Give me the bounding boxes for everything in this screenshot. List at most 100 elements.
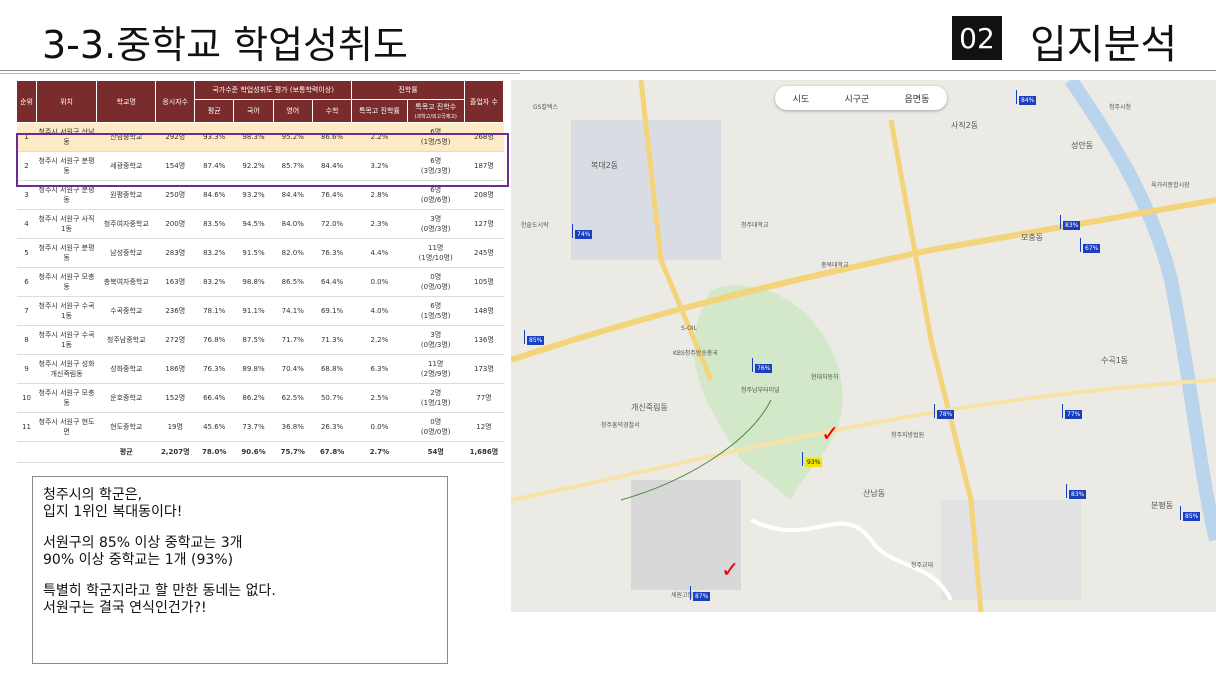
- table-cell-korean: 91.1%: [233, 296, 274, 326]
- map-label: 청주흥덕경찰서: [601, 422, 640, 429]
- average-cell-empty: [16, 441, 37, 463]
- table-cell-avg: 78.1%: [194, 296, 234, 326]
- table-cell-rank: 11: [16, 412, 37, 442]
- school-marker[interactable]: 85%: [1179, 506, 1201, 521]
- table-cell-english: 70.4%: [273, 354, 313, 384]
- map-label: 성안동: [1071, 141, 1094, 150]
- table-cell-special-count: 0명 (0명/0명): [407, 412, 465, 442]
- table-cell-location: 청주시 서원구 분평동: [36, 238, 97, 268]
- table-cell-math: 69.1%: [312, 296, 352, 326]
- commentary-box: 청주시의 학군은, 입지 1위인 복대동이다! 서원구의 85% 이상 중학교는…: [32, 476, 448, 664]
- table-cell-special-rate: 2.2%: [351, 325, 408, 355]
- map-label: 청주지방법원: [891, 432, 925, 439]
- table-cell-english: 74.1%: [273, 296, 313, 326]
- col-avg: 평균: [194, 99, 235, 123]
- average-cell-english: 75.7%: [273, 441, 313, 463]
- table-cell-special-count: 11명 (2명/9명): [407, 354, 465, 384]
- table-cell-special-count: 6명 (1명/5명): [407, 296, 465, 326]
- col-location: 위치: [36, 80, 98, 123]
- table-row: 10 청주시 서원구 모충동 운호중학교 152명 66.4% 86.2% 62.5% 50.…: [16, 383, 504, 413]
- school-marker[interactable]: 87%: [689, 586, 711, 601]
- school-marker[interactable]: 76%: [751, 358, 773, 373]
- table-cell-math: 26.3%: [312, 412, 352, 442]
- table-cell-location: 청주시 서원구 모충동: [36, 383, 97, 413]
- map-region-selector[interactable]: 시도 시구군 읍면동: [775, 86, 947, 110]
- check-mark-icon: ✓: [721, 558, 740, 583]
- table-cell-location: 청주시 서원구 수곡1동: [36, 325, 97, 355]
- table-cell-school: 현도중학교: [96, 412, 156, 442]
- table-cell-graduates: 245명: [464, 238, 504, 268]
- table-cell-korean: 86.2%: [233, 383, 274, 413]
- school-marker[interactable]: 84%: [1015, 90, 1037, 105]
- header-divider: [0, 70, 1216, 71]
- table-cell-korean: 87.5%: [233, 325, 274, 355]
- page-title: 3-3.중학교 학업성취도: [42, 23, 408, 67]
- map-label: 분평동: [1151, 501, 1174, 510]
- map-label: 청주대학교: [741, 222, 769, 229]
- col-rank: 순위: [15, 80, 38, 123]
- table-cell-korean: 89.8%: [233, 354, 274, 384]
- table-cell-special-rate: 0.0%: [351, 267, 408, 297]
- table-cell-avg: 83.2%: [194, 267, 234, 297]
- table-cell-korean: 91.5%: [233, 238, 274, 268]
- average-cell-avg: 78.0%: [194, 441, 234, 463]
- table-row: 8 청주시 서원구 수곡1동 청주남중학교 272명 76.8% 87.5% 71.7% 71…: [16, 325, 504, 355]
- col-takers: 응시자수: [155, 80, 196, 123]
- table-cell-special-rate: 6.3%: [351, 354, 408, 384]
- map-label: 한솥도시락: [521, 222, 549, 229]
- table-cell-special-count: 0명 (0명/0명): [407, 267, 465, 297]
- school-marker[interactable]: 83%: [1065, 484, 1087, 499]
- table-cell-location: 청주시 서원구 수곡1동: [36, 296, 97, 326]
- table-cell-graduates: 136명: [464, 325, 504, 355]
- table-cell-takers: 200명: [155, 209, 195, 239]
- map-label: 복대2동: [591, 161, 619, 170]
- table-cell-location: 청주시 서원구 성화개신죽림동: [36, 354, 97, 384]
- table-average-row: 평균 2,207명 78.0% 90.6% 75.7% 67.8% 2.7% 54명 1,686…: [16, 441, 504, 463]
- map-label: KBS청주방송총국: [673, 350, 718, 357]
- school-marker[interactable]: 78%: [933, 404, 955, 419]
- map-ctrl-eupmyeondong[interactable]: 읍면동: [905, 92, 930, 105]
- table-cell-takers: 186명: [155, 354, 195, 384]
- table-cell-avg: 76.8%: [194, 325, 234, 355]
- map-ctrl-sigungu[interactable]: 시구군: [844, 92, 869, 105]
- table-cell-school: 청주여자중학교: [96, 209, 156, 239]
- school-marker[interactable]: 85%: [523, 330, 545, 345]
- table-cell-takers: 163명: [155, 267, 195, 297]
- table-cell-takers: 19명: [155, 412, 195, 442]
- col-group-achievement: 국가수준 학업성취도 평가 (보통학력이상): [194, 80, 353, 100]
- table-cell-avg: 83.2%: [194, 238, 234, 268]
- section-number-badge: 02: [952, 16, 1002, 60]
- table-cell-takers: 272명: [155, 325, 195, 355]
- table-cell-graduates: 12명: [464, 412, 504, 442]
- map-label: S-OIL: [681, 325, 697, 332]
- table-cell-rank: 10: [16, 383, 37, 413]
- commentary-line-3: 특별히 학군지라고 할 만한 동네는 없다. 서원구는 결국 연식인건가?!: [43, 583, 276, 616]
- map-label: 개신죽림동: [631, 403, 668, 412]
- table-cell-graduates: 148명: [464, 296, 504, 326]
- school-marker[interactable]: 83%: [1059, 215, 1081, 230]
- table-cell-takers: 283명: [155, 238, 195, 268]
- table-cell-takers: 236명: [155, 296, 195, 326]
- table-row: 9 청주시 서원구 성화개신죽림동 성화중학교 186명 76.3% 89.8% 70.4%…: [16, 354, 504, 384]
- map-ctrl-sido[interactable]: 시도: [793, 92, 810, 105]
- table-cell-location: 청주시 서원구 모충동: [36, 267, 97, 297]
- school-marker[interactable]: 74%: [571, 224, 593, 239]
- table-cell-avg: 66.4%: [194, 383, 234, 413]
- table-row: 6 청주시 서원구 모충동 충북여자중학교 163명 83.2% 98.8% 86.5% 64…: [16, 267, 504, 297]
- header-divider-secondary: [0, 73, 520, 74]
- table-cell-math: 64.4%: [312, 267, 352, 297]
- table-cell-english: 71.7%: [273, 325, 313, 355]
- average-cell-takers: 2,207명: [155, 441, 195, 463]
- table-cell-graduates: 77명: [464, 383, 504, 413]
- school-map[interactable]: 시도 시구군 읍면동 사직2동 복대2동 성안동 모충동 수곡1동 산남동 분평…: [511, 80, 1216, 612]
- map-label: GS칼텍스: [533, 104, 559, 111]
- school-marker[interactable]: 67%: [1079, 238, 1101, 253]
- table-cell-graduates: 105명: [464, 267, 504, 297]
- table-cell-location: 청주시 서원구 현도면: [36, 412, 97, 442]
- table-cell-rank: 5: [16, 238, 37, 268]
- map-label: 현대자동차: [811, 374, 839, 381]
- table-cell-special-rate: 4.4%: [351, 238, 408, 268]
- school-marker-highlight[interactable]: 93%: [801, 452, 823, 467]
- school-marker[interactable]: 77%: [1061, 404, 1083, 419]
- col-math: 수학: [311, 99, 353, 123]
